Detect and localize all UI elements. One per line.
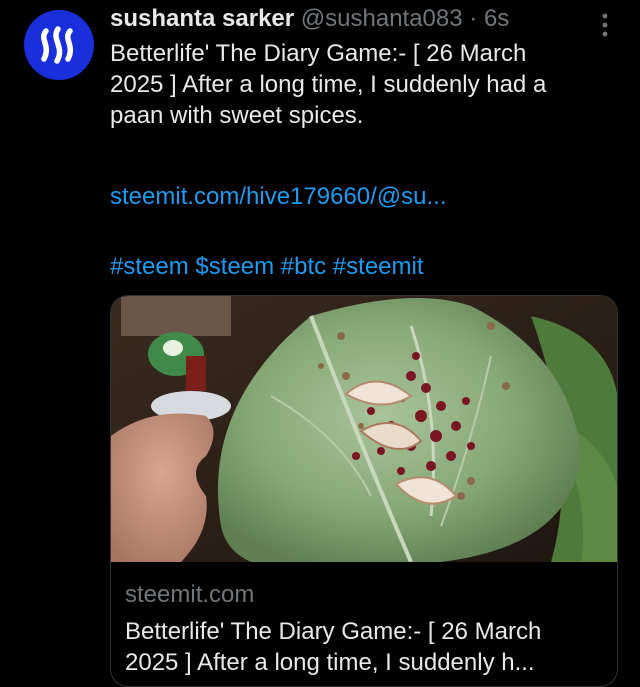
author-name[interactable]: sushanta sarker — [110, 5, 294, 32]
more-vertical-icon — [602, 13, 608, 37]
hashtag-list: #steem $steem #btc #steemit — [110, 250, 424, 284]
card-title-line: Betterlife' The Diary Game:- [ 26 March — [125, 618, 542, 645]
card-image-paan[interactable] — [111, 296, 618, 562]
avatar[interactable] — [24, 10, 94, 80]
more-options-button[interactable] — [590, 10, 620, 40]
separator-dot: · — [469, 5, 478, 32]
steem-logo-icon — [40, 26, 74, 64]
timestamp[interactable]: 6s — [484, 5, 509, 32]
tweet-text-line: Betterlife' The Diary Game:- [ 26 March — [110, 40, 527, 67]
tweet-header: sushanta sarker @sushanta083 · 6s — [110, 2, 590, 36]
card-title-line: 2025 ] After a long time, I suddenly h..… — [125, 649, 535, 676]
tweet-text: Betterlife' The Diary Game:- [ 26 March … — [110, 38, 630, 131]
hashtag-steemit[interactable]: #steemit — [333, 253, 424, 280]
card-title: Betterlife' The Diary Game:- [ 26 March … — [125, 616, 605, 678]
cashtag-steem[interactable]: $steem — [195, 253, 274, 280]
tweet-text-line: paan with sweet spices. — [110, 102, 364, 129]
author-handle[interactable]: @sushanta083 — [301, 5, 463, 32]
hashtag-btc[interactable]: #btc — [281, 253, 326, 280]
link-preview-card[interactable]: steemit.com Betterlife' The Diary Game:-… — [110, 295, 618, 687]
card-domain: steemit.com — [125, 581, 255, 608]
hashtag-steem[interactable]: #steem — [110, 253, 189, 280]
tweet-link[interactable]: steemit.com/hive179660/@su... — [110, 180, 447, 214]
tweet-text-line: 2025 ] After a long time, I suddenly had… — [110, 71, 547, 98]
